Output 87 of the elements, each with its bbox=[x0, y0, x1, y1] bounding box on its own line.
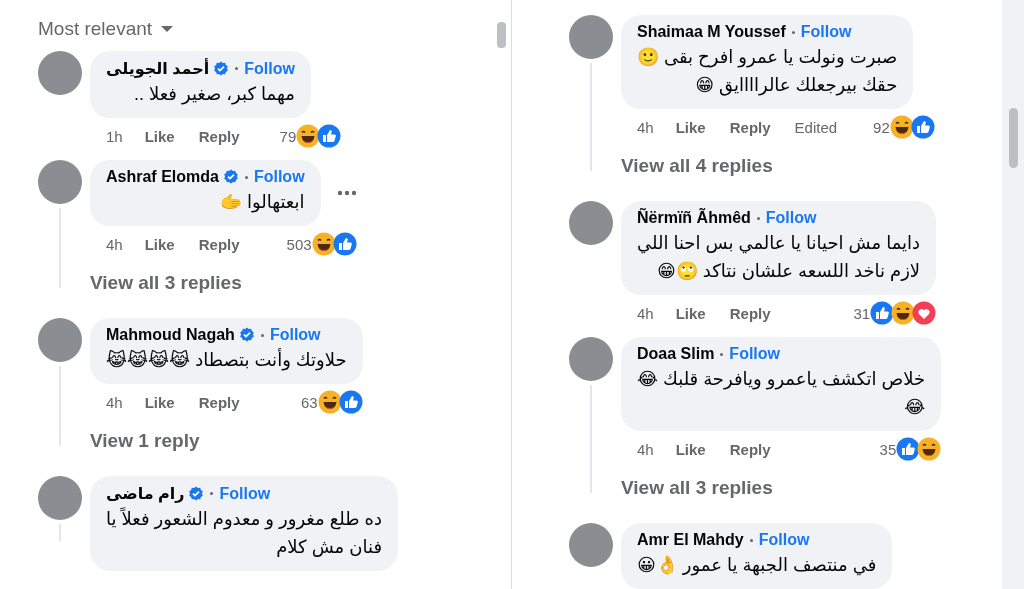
laughing-reaction-icon bbox=[296, 124, 321, 148]
commenter-name[interactable]: Doaa Slim bbox=[637, 345, 715, 363]
follow-link[interactable]: Follow bbox=[253, 168, 305, 186]
view-replies-link[interactable]: View all 4 replies bbox=[621, 155, 935, 177]
separator-dot bbox=[749, 538, 753, 542]
reply-link[interactable]: Reply bbox=[729, 304, 771, 322]
comment-time[interactable]: 4h bbox=[106, 235, 123, 253]
reaction-count[interactable]: 35 bbox=[879, 440, 897, 458]
reaction-count[interactable]: 31 bbox=[853, 304, 871, 322]
comment-text: ده طلع مغرور و معدوم الشعور فعلاً يا فنان مش كلام bbox=[106, 506, 382, 559]
view-replies-link[interactable]: View all 3 replies bbox=[621, 477, 942, 499]
avatar[interactable] bbox=[569, 201, 613, 245]
heart-reaction-icon bbox=[912, 301, 937, 325]
follow-link[interactable]: Follow bbox=[219, 484, 271, 503]
scrollbar-thumb[interactable] bbox=[497, 22, 506, 48]
comment-text: ابعتهالوا 🫱 bbox=[218, 191, 305, 215]
scrollbar-thumb[interactable] bbox=[1008, 108, 1018, 168]
reaction-count[interactable]: 92 bbox=[873, 118, 890, 136]
avatar[interactable] bbox=[569, 15, 613, 59]
commenter-name[interactable]: Ñërmïñ Ãhmêd bbox=[637, 209, 751, 227]
follow-link[interactable]: Follow bbox=[765, 209, 817, 227]
comment-time[interactable]: 4h bbox=[637, 304, 654, 322]
commenter-name[interactable]: Mahmoud Nagah bbox=[106, 326, 235, 344]
separator-dot bbox=[720, 352, 724, 356]
follow-link[interactable]: Follow bbox=[800, 23, 852, 41]
like-reaction-icon bbox=[896, 437, 921, 461]
separator-dot bbox=[210, 492, 214, 495]
separator-dot bbox=[260, 333, 264, 337]
reply-link[interactable]: Reply bbox=[198, 393, 240, 411]
comment-text: حلاوتك وأنت بتصطاد 😹😹😹😹 bbox=[106, 347, 347, 373]
laughing-reaction-icon bbox=[891, 301, 916, 325]
follow-link[interactable]: Follow bbox=[244, 59, 295, 78]
like-link[interactable]: Like bbox=[144, 235, 175, 253]
comment-text: دايما مش احيانا يا عالمي بس احنا اللي لازم ناخد اللسعه علشان نتاكد 🙄😁 bbox=[637, 232, 921, 283]
reply-link[interactable]: Reply bbox=[198, 127, 240, 145]
like-reaction-icon bbox=[317, 124, 342, 148]
view-replies-link[interactable]: View all 3 replies bbox=[90, 272, 357, 294]
comment-time[interactable]: 1h bbox=[106, 127, 123, 145]
avatar[interactable] bbox=[38, 318, 82, 362]
like-link[interactable]: Like bbox=[144, 393, 175, 411]
edited-label: Edited bbox=[794, 118, 838, 136]
more-options-icon[interactable] bbox=[336, 190, 357, 196]
laughing-reaction-icon bbox=[889, 115, 914, 139]
caret-icon bbox=[160, 25, 175, 33]
comment-time[interactable]: 4h bbox=[637, 440, 654, 458]
commenter-name[interactable]: رام ماضى bbox=[106, 484, 185, 503]
like-reaction-icon bbox=[910, 115, 935, 139]
separator-dot bbox=[244, 175, 248, 179]
laughing-reaction-icon bbox=[917, 437, 942, 461]
avatar[interactable] bbox=[38, 51, 82, 95]
follow-link[interactable]: Follow bbox=[758, 531, 810, 549]
avatar[interactable] bbox=[569, 523, 613, 567]
like-reaction-icon bbox=[870, 301, 895, 325]
like-reaction-icon bbox=[338, 390, 363, 414]
like-link[interactable]: Like bbox=[675, 304, 706, 322]
separator-dot bbox=[235, 67, 239, 70]
reaction-count[interactable]: 503 bbox=[286, 235, 312, 253]
like-link[interactable]: Like bbox=[144, 127, 175, 145]
avatar[interactable] bbox=[38, 476, 82, 520]
comment-time[interactable]: 4h bbox=[637, 118, 654, 136]
view-replies-link[interactable]: View 1 reply bbox=[90, 430, 363, 452]
follow-link[interactable]: Follow bbox=[729, 345, 780, 363]
like-link[interactable]: Like bbox=[675, 118, 706, 136]
laughing-reaction-icon bbox=[311, 232, 336, 256]
reaction-count[interactable]: 63 bbox=[300, 393, 318, 411]
laughing-reaction-icon bbox=[317, 390, 342, 414]
commenter-name[interactable]: Amr El Mahdy bbox=[637, 531, 744, 549]
like-link[interactable]: Like bbox=[675, 440, 706, 458]
sort-menu[interactable]: Most relevant bbox=[38, 18, 175, 40]
comment-time[interactable]: 4h bbox=[106, 393, 123, 411]
avatar[interactable] bbox=[38, 160, 82, 204]
reaction-count[interactable]: 79 bbox=[279, 127, 297, 145]
separator-dot bbox=[791, 30, 795, 34]
reply-link[interactable]: Reply bbox=[729, 118, 771, 136]
commenter-name[interactable]: أحمد الجويلى bbox=[106, 59, 210, 78]
reply-link[interactable]: Reply bbox=[198, 235, 240, 253]
like-reaction-icon bbox=[332, 232, 357, 256]
comment-text: صبرت ونولت يا عمرو افرح بقى 🙂 حقك بيرجعلك عالراااايق 😁 bbox=[637, 46, 898, 98]
follow-link[interactable]: Follow bbox=[269, 326, 321, 344]
reply-link[interactable]: Reply bbox=[729, 440, 771, 458]
comment-text: خلاص اتكشف ياعمرو ويافرحة قلبك 😂 😂 bbox=[637, 368, 926, 419]
commenter-name[interactable]: Ashraf Elomda bbox=[106, 168, 219, 186]
comment-text: في منتصف الجبهة يا عمور 👌😀 bbox=[637, 554, 877, 578]
separator-dot bbox=[756, 216, 760, 220]
avatar[interactable] bbox=[569, 337, 613, 381]
comment-text: مهما كبر، صغير فعلا .. bbox=[132, 83, 295, 107]
commenter-name[interactable]: Shaimaa M Youssef bbox=[637, 23, 786, 41]
